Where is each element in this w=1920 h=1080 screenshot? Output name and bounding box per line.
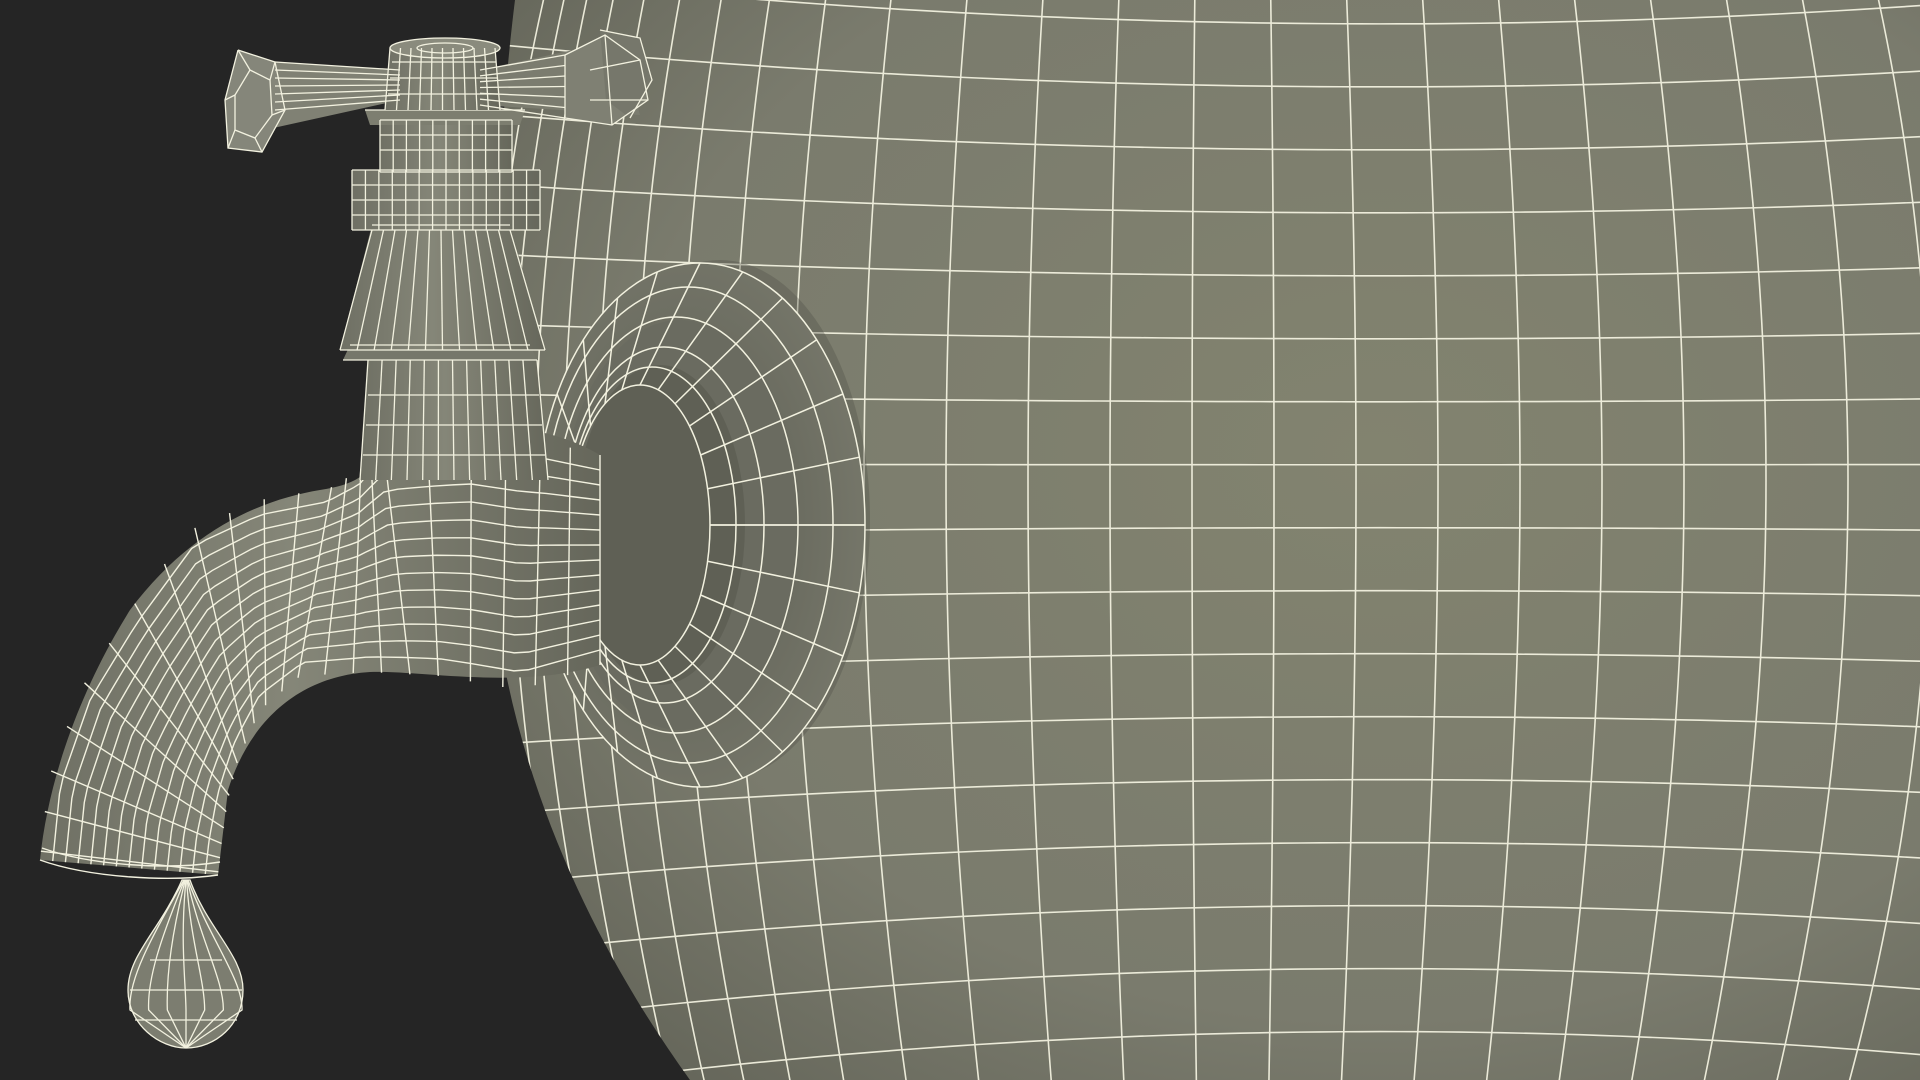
wireframe-render — [0, 0, 1920, 1080]
render-viewport[interactable] — [0, 0, 1920, 1080]
